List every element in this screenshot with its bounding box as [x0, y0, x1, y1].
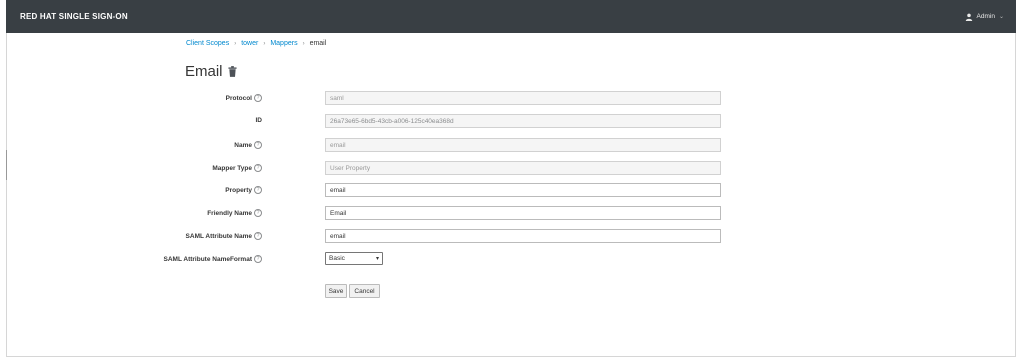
saml-attribute-nameformat-label: SAML Attribute NameFormat ? [164, 255, 262, 263]
form-row-saml-attribute-nameformat: SAML Attribute NameFormat ? Basic ▾ [0, 252, 1024, 268]
help-icon[interactable]: ? [254, 94, 262, 102]
help-icon[interactable]: ? [254, 141, 262, 149]
friendly-name-label-text: Friendly Name [207, 209, 252, 217]
breadcrumb-client-scopes[interactable]: Client Scopes [186, 40, 229, 47]
help-icon[interactable]: ? [254, 209, 262, 217]
top-navbar: RED HAT SINGLE SIGN-ON Admin ⌄ [6, 0, 1016, 33]
mapper-type-field: User Property [325, 161, 721, 175]
help-icon[interactable]: ? [254, 232, 262, 240]
saml-attribute-name-label: SAML Attribute Name ? [186, 232, 262, 240]
chevron-down-icon: ▾ [375, 256, 379, 262]
chevron-down-icon: ⌄ [998, 14, 1004, 20]
form-row-id: ID 26a73e65-6bd5-43cb-a006-125c40ea368d [0, 114, 1024, 130]
page-title: Email [185, 63, 237, 80]
form-row-mapper-type: Mapper Type ? User Property [0, 161, 1024, 177]
mapper-type-label: Mapper Type ? [212, 164, 262, 172]
mapper-type-label-text: Mapper Type [212, 164, 252, 172]
cancel-button[interactable]: Cancel [349, 284, 380, 298]
user-icon [965, 13, 972, 21]
breadcrumb-current: email [309, 40, 327, 47]
form-row-property: Property ? email [0, 183, 1024, 199]
brand-title: RED HAT SINGLE SIGN-ON [20, 12, 128, 21]
saml-attribute-name-input[interactable]: email [325, 229, 721, 243]
form-row-name: Name ? email [0, 138, 1024, 154]
id-label: ID [256, 117, 263, 124]
name-field: email [325, 138, 721, 152]
friendly-name-input[interactable]: Email [325, 206, 721, 220]
breadcrumb-mappers[interactable]: Mappers [270, 40, 297, 47]
breadcrumb-tower[interactable]: tower [241, 40, 258, 47]
breadcrumb-separator: › [263, 40, 266, 47]
trash-icon[interactable] [227, 66, 237, 77]
form-row-protocol: Protocol ? saml [0, 91, 1024, 107]
user-name: Admin [976, 13, 995, 20]
app-frame [6, 0, 1016, 357]
protocol-label-text: Protocol [225, 94, 252, 102]
property-label-text: Property [225, 186, 252, 194]
name-label-text: Name [234, 141, 252, 149]
saml-attribute-nameformat-select[interactable]: Basic ▾ [325, 252, 383, 265]
help-icon[interactable]: ? [254, 164, 262, 172]
breadcrumb-separator: › [302, 40, 305, 47]
friendly-name-label: Friendly Name ? [207, 209, 262, 217]
protocol-label: Protocol ? [226, 94, 262, 102]
form-row-friendly-name: Friendly Name ? Email [0, 206, 1024, 222]
id-value: 26a73e65-6bd5-43cb-a006-125c40ea368d [325, 114, 721, 128]
name-label: Name ? [234, 141, 262, 149]
help-icon[interactable]: ? [254, 186, 262, 194]
save-button[interactable]: Save [325, 284, 347, 298]
help-icon[interactable]: ? [254, 255, 262, 263]
property-input[interactable]: email [325, 183, 721, 197]
id-label-text: ID [255, 117, 263, 124]
protocol-field: saml [325, 91, 721, 105]
select-value: Basic [329, 255, 345, 262]
property-label: Property ? [225, 186, 262, 194]
breadcrumb: Client Scopes › tower › Mappers › email [186, 40, 326, 47]
user-menu[interactable]: Admin ⌄ [965, 13, 1004, 21]
page-title-text: Email [185, 63, 223, 80]
breadcrumb-separator: › [234, 40, 237, 47]
form-row-saml-attribute-name: SAML Attribute Name ? email [0, 229, 1024, 245]
saml-attribute-nameformat-label-text: SAML Attribute NameFormat [163, 255, 252, 263]
saml-attribute-name-label-text: SAML Attribute Name [185, 232, 252, 240]
